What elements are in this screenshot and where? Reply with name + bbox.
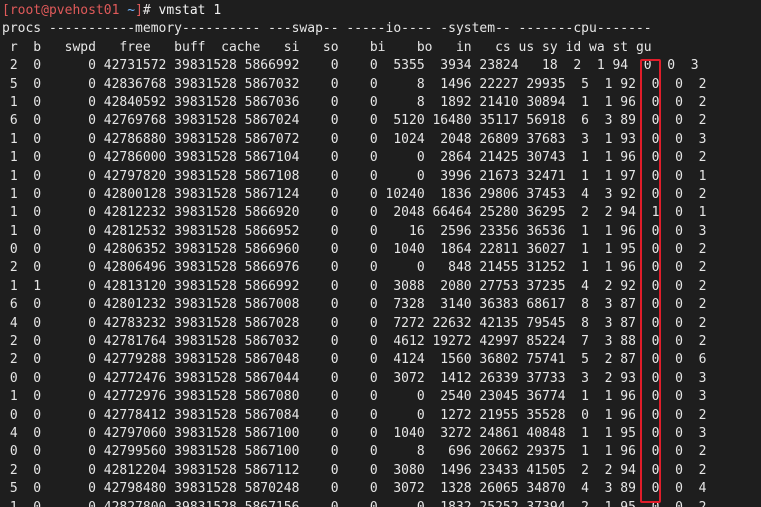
vmstat-row: 2 0 0 42779288 39831528 5867048 0 0 4124…: [2, 352, 707, 368]
vmstat-row: 1 1 0 42813120 39831528 5866992 0 0 3088…: [2, 278, 707, 294]
terminal-window[interactable]: [root@pvehost01 ~]# vmstat 1 procs -----…: [0, 0, 761, 507]
vmstat-output: 2 0 0 42731572 39831528 5866992 0 0 5355…: [2, 57, 761, 507]
prompt-path: ~: [119, 3, 136, 18]
vmstat-row: 0 0 0 42772476 39831528 5867044 0 0 3072…: [2, 370, 707, 386]
vmstat-row: 6 0 0 42769768 39831528 5867024 0 0 5120…: [2, 113, 707, 129]
vmstat-row: 1 0 0 42786000 39831528 5867104 0 0 0 28…: [2, 150, 707, 166]
vmstat-row: 1 0 0 42840592 39831528 5867036 0 0 8 18…: [2, 94, 707, 110]
prompt-hash: #: [142, 3, 151, 18]
vmstat-row: 1 0 0 42786880 39831528 5867072 0 0 1024…: [2, 131, 707, 147]
prompt-open-bracket: [: [2, 3, 10, 18]
command-text: vmstat 1: [150, 3, 222, 18]
vmstat-row: 2 0 0 42812204 39831528 5867112 0 0 3080…: [2, 462, 707, 478]
vmstat-row: 4 0 0 42797060 39831528 5867100 0 0 1040…: [2, 425, 707, 441]
vmstat-row: 5 0 0 42836768 39831528 5867032 0 0 8 14…: [2, 76, 707, 92]
vmstat-row: 0 0 0 42806352 39831528 5866960 0 0 1040…: [2, 242, 707, 258]
vmstat-row: 1 0 0 42812232 39831528 5866920 0 0 2048…: [2, 205, 707, 221]
vmstat-row: 0 0 0 42799560 39831528 5867100 0 0 8 69…: [2, 444, 707, 460]
vmstat-row: 1 0 0 42800128 39831528 5867124 0 0 1024…: [2, 186, 707, 202]
vmstat-row: 1 0 0 42797820 39831528 5867108 0 0 0 39…: [2, 168, 707, 184]
vmstat-row: 1 0 0 42827800 39831528 5867156 0 0 0 18…: [2, 499, 761, 507]
vmstat-row: 5 0 0 42798480 39831528 5870248 0 0 3072…: [2, 481, 707, 497]
vmstat-row: 2 0 0 42806496 39831528 5866976 0 0 0 84…: [2, 260, 707, 276]
vmstat-row: 1 0 0 42772976 39831528 5867080 0 0 0 25…: [2, 389, 707, 405]
vmstat-row: 4 0 0 42783232 39831528 5867028 0 0 7272…: [2, 315, 707, 331]
vmstat-header-columns: r b swpd free buff cache si so bi bo in …: [2, 39, 652, 55]
vmstat-row: 2 0 0 42781764 39831528 5867032 0 0 4612…: [2, 334, 707, 350]
vmstat-row: 1 0 0 42812532 39831528 5866952 0 0 16 2…: [2, 223, 707, 239]
prompt-close-bracket: ]: [135, 3, 143, 18]
vmstat-row: 2 0 0 42731572 39831528 5866992 0 0 5355…: [2, 58, 699, 74]
vmstat-header-groups: procs -----------memory---------- ---swa…: [2, 21, 652, 37]
vmstat-row: 0 0 0 42778412 39831528 5867084 0 0 0 12…: [2, 407, 707, 423]
vmstat-row: 6 0 0 42801232 39831528 5867008 0 0 7328…: [2, 297, 707, 313]
shell-prompt: [root@pvehost01 ~]# vmstat 1: [2, 2, 761, 20]
prompt-user-host: root@pvehost01: [9, 3, 120, 18]
